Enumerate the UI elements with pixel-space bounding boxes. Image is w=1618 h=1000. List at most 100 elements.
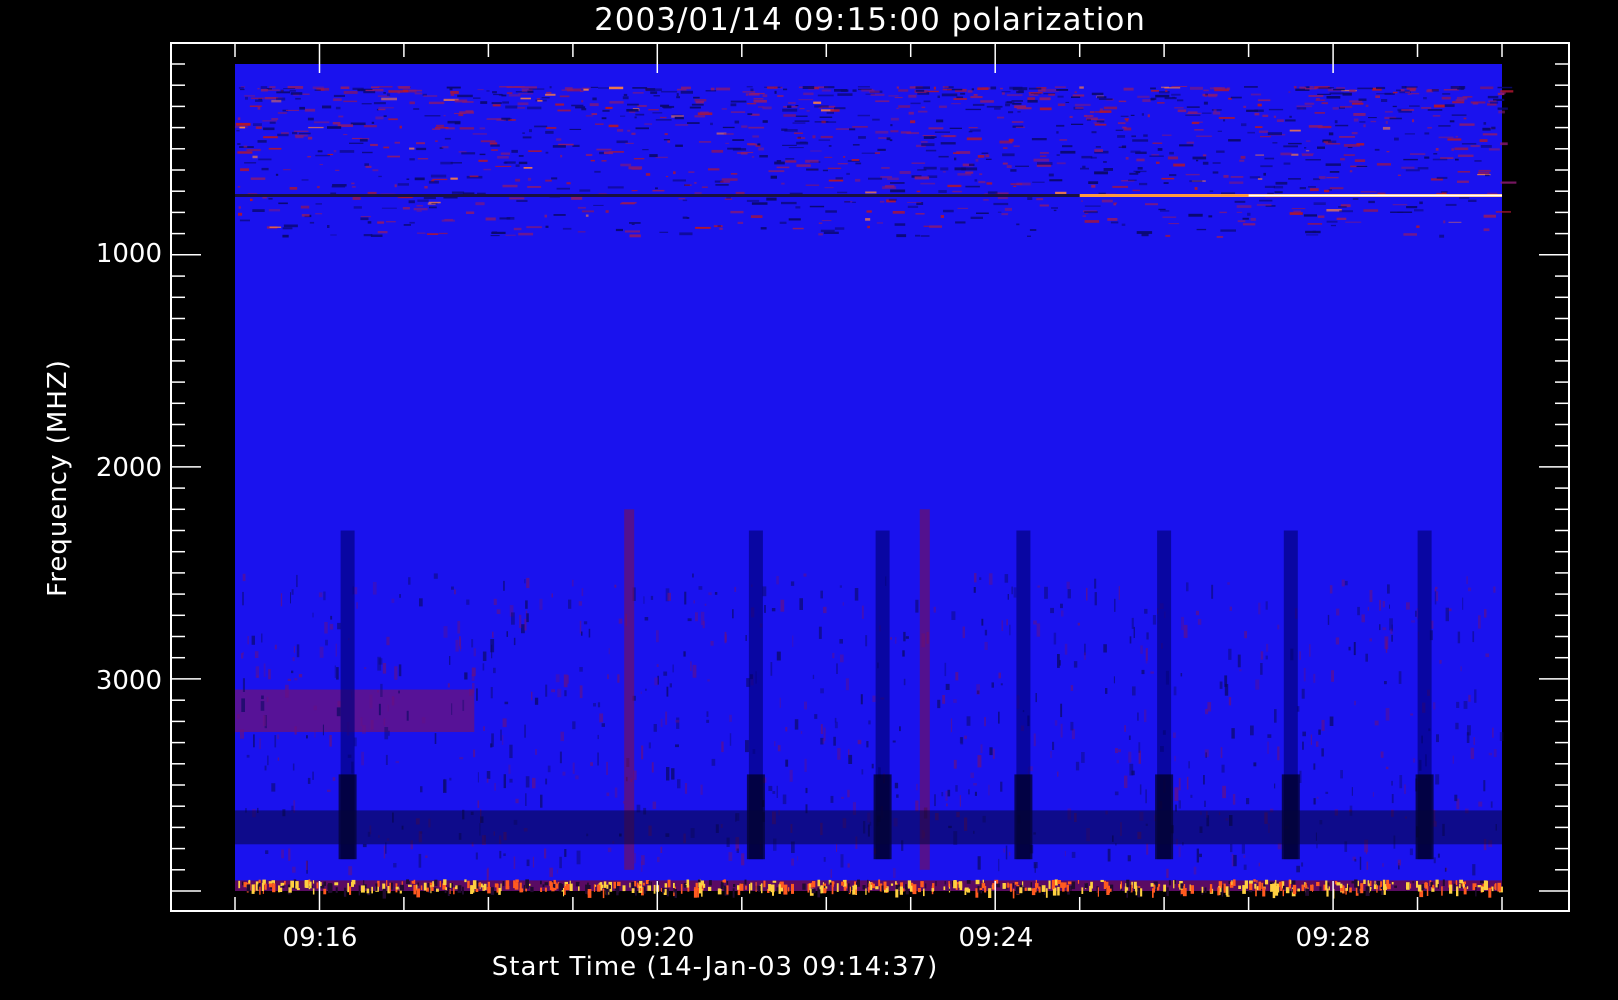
texture-mark [462, 699, 465, 711]
noise-mark [307, 117, 314, 121]
noise-mark [689, 106, 701, 109]
texture-mark [1411, 620, 1415, 623]
texture-mark [332, 777, 336, 781]
texture-mark [774, 741, 776, 747]
bottom-speck [1480, 880, 1484, 884]
bottom-speck [258, 879, 261, 883]
noise-mark [788, 147, 804, 149]
texture-mark [1243, 864, 1247, 870]
texture-mark [294, 726, 297, 735]
noise-mark [1006, 94, 1023, 97]
noise-mark [1131, 135, 1136, 138]
noise-mark [1196, 135, 1212, 137]
texture-mark [672, 664, 674, 673]
bottom-speck [831, 881, 834, 887]
texture-mark [1129, 636, 1132, 644]
bottom-speck [1291, 880, 1296, 885]
noise-mark [1088, 181, 1099, 184]
noise-mark [1328, 140, 1337, 143]
noise-mark [509, 197, 525, 200]
texture-mark [1437, 853, 1440, 858]
noise-mark [1280, 152, 1292, 156]
noise-mark [424, 115, 441, 117]
bottom-speck [1297, 888, 1300, 892]
texture-mark [966, 716, 971, 726]
texture-mark [772, 791, 776, 794]
texture-mark [1228, 697, 1232, 706]
noise-mark [331, 185, 346, 188]
bottom-speck [593, 884, 596, 892]
texture-mark [648, 742, 651, 749]
noise-mark [1132, 189, 1140, 192]
bottom-speck [1394, 885, 1397, 888]
noise-mark [787, 105, 792, 108]
noise-mark [1160, 210, 1170, 212]
noise-mark [517, 107, 525, 109]
noise-mark [1454, 147, 1469, 151]
noise-mark [813, 101, 822, 104]
texture-mark [1139, 784, 1142, 795]
bottom-speck [1354, 879, 1358, 888]
texture-mark [1181, 616, 1184, 630]
noise-mark [951, 103, 961, 105]
noise-mark [631, 223, 635, 225]
noise-mark [271, 118, 279, 121]
noise-mark [817, 94, 834, 97]
bottom-speck [758, 885, 761, 892]
texture-mark [976, 684, 980, 695]
texture-mark [354, 587, 358, 595]
bottom-speck [680, 884, 683, 894]
noise-mark [1230, 176, 1244, 178]
bottom-speck [1027, 887, 1032, 891]
noise-mark [294, 134, 308, 137]
texture-mark [1178, 846, 1181, 858]
texture-mark [524, 618, 527, 631]
noise-mark [502, 184, 518, 188]
noise-mark [495, 165, 512, 167]
noise-mark [907, 202, 922, 203]
texture-mark [451, 586, 454, 590]
texture-mark [706, 719, 710, 723]
texture-mark [559, 751, 562, 764]
bottom-speck [1090, 881, 1093, 889]
noise-mark [416, 142, 425, 145]
texture-mark [1474, 689, 1477, 703]
noise-mark [1132, 139, 1149, 142]
texture-mark [1050, 751, 1052, 758]
bottom-speck [807, 883, 810, 893]
noise-mark [469, 175, 479, 178]
noise-mark [730, 210, 744, 214]
texture-mark [564, 690, 567, 697]
bottom-speck [445, 887, 447, 891]
bottom-speck [755, 882, 757, 892]
noise-mark [409, 89, 423, 92]
noise-mark [1157, 102, 1165, 104]
texture-mark [377, 690, 379, 693]
noise-mark [828, 145, 832, 147]
noise-mark [824, 156, 833, 158]
bottom-speck [462, 886, 464, 895]
noise-mark [914, 176, 930, 180]
noise-mark [1376, 93, 1391, 95]
texture-mark [1054, 720, 1058, 726]
texture-mark [378, 703, 381, 716]
texture-mark [254, 651, 259, 658]
noise-mark [663, 139, 670, 141]
texture-mark [1009, 624, 1011, 636]
noise-mark [255, 126, 262, 129]
texture-mark [466, 599, 470, 605]
noise-mark [783, 114, 796, 117]
noise-mark [1172, 96, 1175, 98]
noise-mark [1177, 99, 1184, 102]
texture-mark [1457, 631, 1461, 644]
noise-mark [650, 91, 658, 94]
bottom-speck [636, 882, 639, 888]
noise-mark [855, 162, 862, 165]
noise-mark [915, 234, 921, 237]
noise-mark [1363, 209, 1379, 212]
texture-mark [1329, 716, 1334, 726]
noise-mark [687, 122, 700, 124]
noise-mark [851, 159, 860, 161]
noise-mark [1177, 109, 1187, 113]
noise-mark [966, 137, 982, 141]
